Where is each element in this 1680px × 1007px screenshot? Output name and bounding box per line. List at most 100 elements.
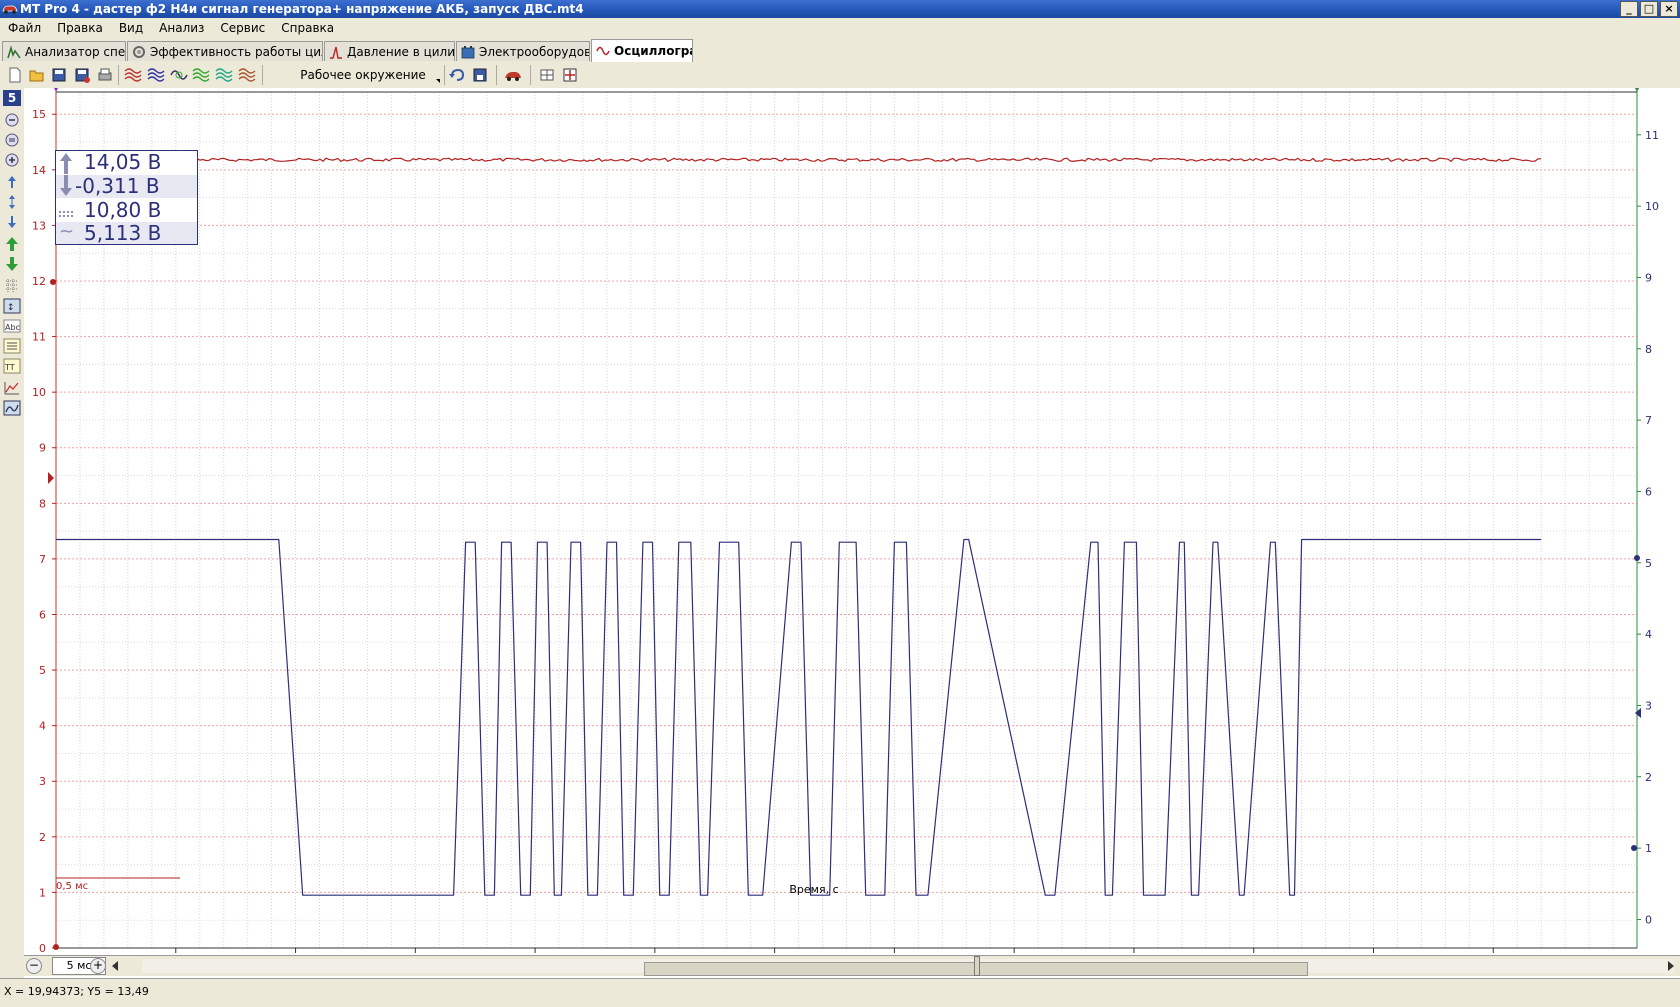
open-icon[interactable]	[28, 66, 46, 84]
y-right-tick-label: 8	[1645, 343, 1652, 356]
scroll-left-icon[interactable]	[110, 960, 120, 972]
menu-edit[interactable]: Правка	[49, 21, 111, 35]
tab-spectrum[interactable]: Анализатор спектра	[2, 41, 126, 61]
chart-area-icon[interactable]	[3, 400, 21, 416]
left-toolbar: 5 ↕ Abc TT	[0, 88, 25, 978]
status-bar: X = 19,94373; Y5 = 13,49	[0, 978, 1680, 1007]
print-icon[interactable]	[96, 66, 114, 84]
red-channel-level-marker[interactable]	[50, 279, 56, 285]
maximize-button[interactable]: □	[1640, 1, 1658, 17]
y-left-tick-label: 3	[39, 775, 46, 788]
zoom-out-icon[interactable]	[3, 112, 21, 128]
blue-channel-offset-marker[interactable]	[1634, 555, 1640, 561]
y-left-tick-label: 6	[39, 608, 46, 621]
car-app-icon	[2, 5, 18, 14]
minimize-button[interactable]: _	[1620, 1, 1638, 17]
fit-icon[interactable]	[561, 66, 579, 84]
tab-label: Давление в цилиндре	[347, 44, 455, 59]
time-scale-label: 0,5 мс	[56, 881, 88, 892]
reference-icon[interactable]	[538, 66, 556, 84]
channels-4-icon[interactable]	[192, 66, 210, 84]
y-left-tick-label: 10	[32, 386, 46, 399]
time-navigation-bar: − 5 мс +	[24, 955, 1680, 976]
export-icon[interactable]	[471, 66, 489, 84]
plot-background	[24, 88, 1680, 955]
scroll-position-marker[interactable]	[974, 956, 980, 976]
undo-icon[interactable]	[448, 66, 466, 84]
horizontal-scrollbar[interactable]	[142, 956, 1674, 976]
cursor-icon[interactable]: ↕	[3, 298, 21, 314]
y-right-tick-label: 1	[1645, 842, 1652, 855]
workspace-label: Рабочее окружение	[300, 68, 426, 82]
channels-1-icon[interactable]	[124, 66, 142, 84]
tab-cylinder-pressure[interactable]: Давление в цилиндре	[324, 41, 455, 61]
y-left-tick-label: 9	[39, 442, 46, 455]
y-left-tick-label: 13	[32, 219, 46, 232]
tab-oscilloscope[interactable]: Осциллограф	[591, 39, 693, 62]
shift-up-icon[interactable]	[3, 174, 21, 190]
y-left-tick-label: 12	[32, 275, 46, 288]
workspace-dropdown[interactable]: Рабочее окружение	[284, 65, 442, 85]
measurement-row-min: -0,311 В	[56, 175, 197, 198]
font-icon[interactable]: TT	[3, 358, 21, 374]
zero-origin-marker[interactable]	[53, 944, 59, 950]
menu-help[interactable]: Справка	[273, 21, 342, 35]
chart-lines-icon[interactable]	[3, 380, 21, 396]
battery-icon	[461, 45, 475, 58]
save-as-icon[interactable]	[73, 66, 91, 84]
cursor-coordinates: X = 19,94373; Y5 = 13,49	[4, 985, 149, 998]
oscilloscope-plot-area[interactable]: 0123456789101112131415 01234567891011 19…	[24, 88, 1680, 978]
new-file-icon[interactable]	[6, 66, 24, 84]
time-zoom-out-button[interactable]: −	[26, 958, 42, 974]
text-label-icon[interactable]: Abc	[3, 318, 21, 334]
tab-cylinder-efficiency[interactable]: Эффективность работы цилиндров	[127, 41, 323, 61]
channels-3-icon[interactable]	[170, 66, 188, 84]
spectrum-icon	[7, 44, 21, 58]
menu-service[interactable]: Сервис	[212, 21, 273, 35]
menu-file[interactable]: Файл	[0, 21, 49, 35]
channels-2-icon[interactable]	[147, 66, 165, 84]
measurement-row-rms: ~ 5,113 В	[56, 221, 197, 244]
zoom-in-icon[interactable]	[3, 152, 21, 168]
y-right-tick-label: 9	[1645, 271, 1652, 284]
scroll-right-icon[interactable]	[1666, 960, 1676, 972]
menu-analysis[interactable]: Анализ	[151, 21, 212, 35]
min-arrow-icon	[60, 175, 72, 196]
svg-text:↕: ↕	[7, 303, 15, 313]
measurement-mean-value: 10,80 В	[84, 198, 162, 222]
max-arrow-icon	[60, 153, 72, 174]
y-right-tick-label: 6	[1645, 485, 1652, 498]
measurements-panel[interactable]: 14,05 В -0,311 В 10,80 В ~ 5,113 В	[55, 150, 198, 245]
grid-icon[interactable]	[3, 278, 21, 294]
tab-label: Анализатор спектра	[25, 44, 126, 59]
shift-down-icon[interactable]	[3, 214, 21, 230]
arrow-up-green-icon[interactable]	[3, 236, 21, 252]
sine-wave-icon	[596, 46, 610, 56]
close-button[interactable]: ×	[1660, 1, 1678, 17]
y-left-tick-label: 15	[32, 108, 46, 121]
legend-icon[interactable]	[3, 338, 21, 354]
measurement-max-value: 14,05 В	[84, 150, 162, 174]
y-left-tick-label: 11	[32, 331, 46, 344]
y-right-tick-label: 4	[1645, 628, 1652, 641]
arrow-down-green-icon[interactable]	[3, 256, 21, 272]
blue-channel-zero-marker[interactable]	[1631, 845, 1637, 851]
menu-view[interactable]: Вид	[111, 21, 151, 35]
save-icon[interactable]	[50, 66, 68, 84]
measurement-row-mean: 10,80 В	[56, 199, 197, 222]
toolbar: Рабочее окружение	[0, 62, 1680, 89]
channels-5-icon[interactable]	[215, 66, 233, 84]
car-icon[interactable]	[504, 66, 522, 84]
tab-electrical[interactable]: Электрооборудование	[456, 41, 590, 61]
measurement-row-max: 14,05 В	[56, 151, 197, 174]
oscilloscope-chart[interactable]: 0123456789101112131415 01234567891011 19…	[24, 88, 1680, 955]
channel-number-badge[interactable]: 5	[3, 90, 21, 106]
channels-6-icon[interactable]	[238, 66, 256, 84]
cylinder-gear-icon	[133, 45, 145, 58]
y-right-tick-label: 7	[1645, 414, 1652, 427]
y-left-tick-label: 2	[39, 831, 46, 844]
x-axis-label: Время, с	[789, 883, 838, 896]
time-zoom-in-button[interactable]: +	[90, 958, 106, 974]
shift-center-icon[interactable]	[3, 194, 21, 210]
zoom-reset-icon[interactable]	[3, 132, 21, 148]
